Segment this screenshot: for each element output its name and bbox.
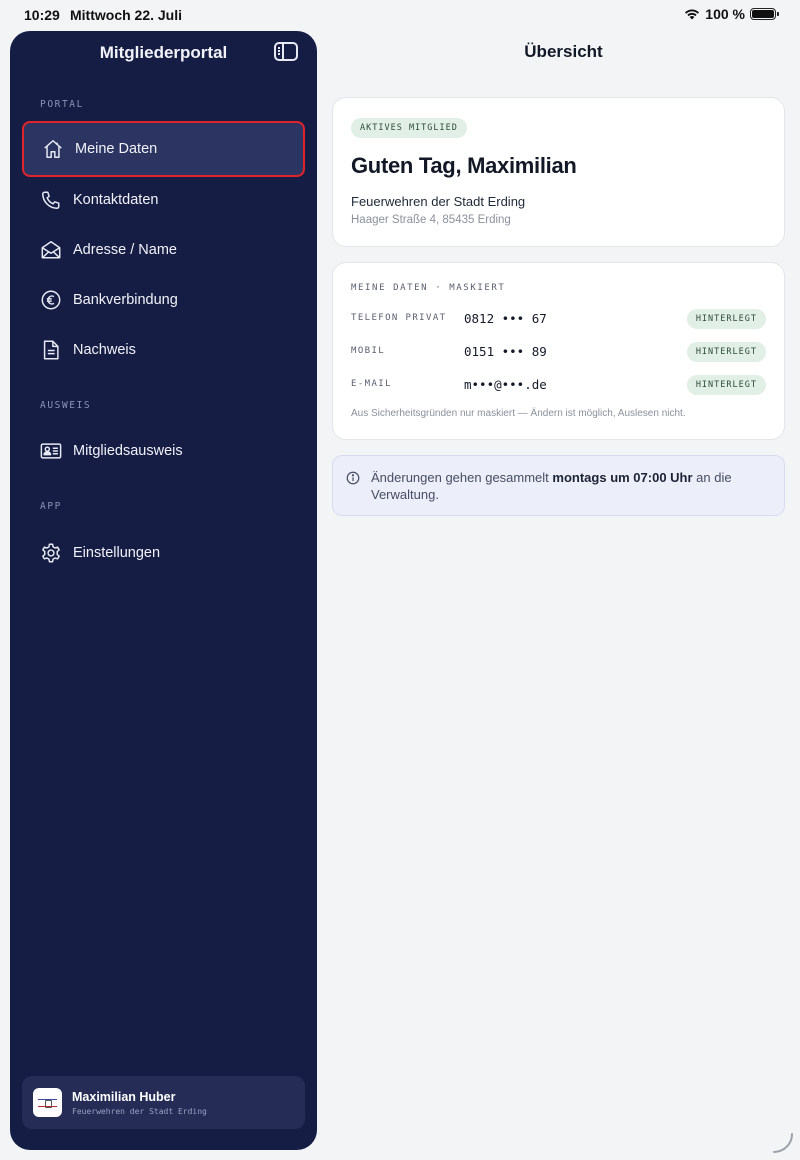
id-card-icon [40, 440, 62, 462]
data-row-value: m•••@•••.de [464, 377, 547, 392]
status-badge: HINTERLEGT [686, 342, 766, 362]
sidebar-toggle-icon[interactable] [274, 42, 298, 61]
avatar [33, 1088, 62, 1117]
profile-org: Feuerwehren der Stadt Erding [72, 1107, 207, 1116]
sidebar: Mitgliederportal PORTAL Meine Daten Kont… [10, 31, 317, 1150]
status-right: 100 % [684, 6, 779, 22]
data-row: E-MAIL m•••@•••.de HINTERLEGT [351, 375, 766, 397]
masked-data-card: MEINE DATEN · MASKIERT TELEFON PRIVAT 08… [332, 262, 785, 440]
data-row-key: MOBIL [351, 346, 386, 356]
battery-percent: 100 % [705, 6, 745, 22]
status-time: 10:29 [24, 7, 60, 23]
status-badge: HINTERLEGT [686, 309, 766, 329]
info-text: Änderungen gehen gesammelt montags um 07… [371, 470, 771, 503]
sidebar-item-label: Mitgliedsausweis [73, 443, 183, 459]
sidebar-item-mitgliedsausweis[interactable]: Mitgliedsausweis [22, 423, 305, 479]
envelope-icon [40, 239, 62, 261]
battery-icon [750, 8, 779, 20]
sidebar-item-label: Kontaktdaten [73, 192, 159, 208]
document-icon [40, 339, 62, 361]
data-row-value: 0151 ••• 89 [464, 344, 547, 359]
card-heading: MEINE DATEN · MASKIERT [351, 283, 506, 293]
greeting: Guten Tag, Maximilian [351, 153, 577, 178]
sidebar-title: Mitgliederportal [99, 43, 228, 62]
status-badge: HINTERLEGT [686, 375, 766, 395]
sidebar-item-nachweis[interactable]: Nachweis [22, 322, 305, 378]
data-row: MOBIL 0151 ••• 89 HINTERLEGT [351, 342, 766, 364]
sidebar-item-label: Adresse / Name [73, 242, 177, 258]
info-text-bold: montags um 07:00 Uhr [552, 470, 693, 485]
organization-address: Haager Straße 4, 85435 Erding [351, 214, 511, 226]
info-text-before: Änderungen gehen gesammelt [371, 470, 553, 485]
house-icon [42, 138, 64, 160]
sidebar-item-kontaktdaten[interactable]: Kontaktdaten [22, 172, 305, 228]
security-note: Aus Sicherheitsgründen nur maskiert — Än… [351, 408, 686, 419]
section-label-app: APP [40, 501, 62, 512]
resize-handle-icon [773, 1133, 793, 1153]
data-row-value: 0812 ••• 67 [464, 311, 547, 326]
wifi-icon [685, 9, 700, 20]
sidebar-item-bankverbindung[interactable]: Bankverbindung [22, 272, 305, 328]
sidebar-item-label: Meine Daten [75, 141, 158, 157]
phone-icon [40, 189, 62, 211]
sidebar-item-label: Einstellungen [73, 545, 161, 561]
sidebar-item-meine-daten[interactable]: Meine Daten [22, 121, 305, 177]
organization-logo-icon [38, 1098, 57, 1108]
data-row-key: E-MAIL [351, 379, 392, 389]
data-row-key: TELEFON PRIVAT [351, 313, 447, 323]
profile-name: Maximilian Huber [72, 1090, 176, 1104]
info-banner: Änderungen gehen gesammelt montags um 07… [332, 455, 785, 516]
member-card: AKTIVES MITGLIED Guten Tag, Maximilian F… [332, 97, 785, 247]
section-label-ausweis: AUSWEIS [40, 400, 92, 411]
data-row: TELEFON PRIVAT 0812 ••• 67 HINTERLEGT [351, 309, 766, 331]
gear-icon [40, 542, 62, 564]
profile-card[interactable]: Maximilian Huber Feuerwehren der Stadt E… [22, 1076, 305, 1129]
organization-name: Feuerwehren der Stadt Erding [351, 194, 526, 209]
sidebar-item-label: Nachweis [73, 342, 136, 358]
section-label-portal: PORTAL [40, 99, 84, 110]
status-bar: 10:29 Mittwoch 22. Juli 100 % [0, 0, 800, 30]
euro-icon [40, 289, 62, 311]
sidebar-item-einstellungen[interactable]: Einstellungen [22, 525, 305, 581]
sidebar-item-adresse-name[interactable]: Adresse / Name [22, 222, 305, 278]
info-icon [346, 471, 360, 485]
page-title: Übersicht [524, 42, 603, 61]
sidebar-item-label: Bankverbindung [73, 292, 178, 308]
status-date: Mittwoch 22. Juli [70, 7, 183, 23]
status-badge: AKTIVES MITGLIED [351, 118, 467, 138]
